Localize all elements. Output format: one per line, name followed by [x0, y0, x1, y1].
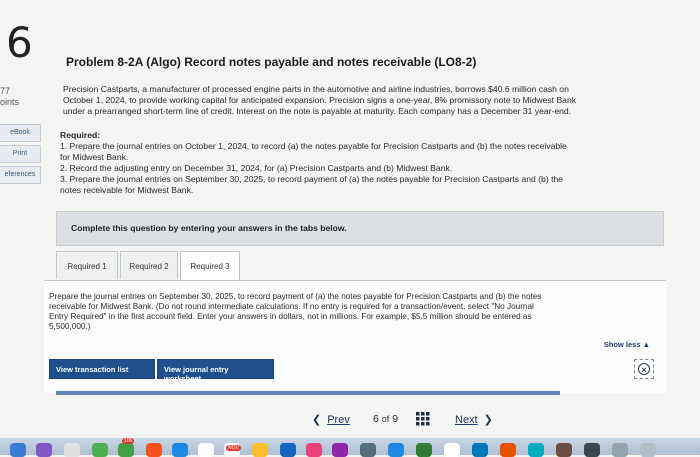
- required-item-2: 2. Record the adjusting entry on Decembe…: [60, 163, 453, 173]
- prev-button[interactable]: ❮ Prev: [312, 413, 350, 426]
- points-value: 77: [0, 86, 11, 96]
- required-section: Required: 1. Prepare the journal entries…: [60, 130, 675, 196]
- points-label: oints: [0, 97, 20, 107]
- tab-required-3[interactable]: Required 3: [180, 251, 240, 281]
- required-item-1: 1. Prepare the journal entries on Octobe…: [60, 141, 567, 151]
- view-transaction-list-button[interactable]: View transaction list: [49, 359, 155, 379]
- references-button[interactable]: eferences: [0, 166, 41, 184]
- description-line: October 1, 2024, to provide working capi…: [63, 95, 577, 105]
- problem-description: Precision Castparts, a manufacturer of p…: [63, 84, 675, 117]
- view-journal-worksheet-button[interactable]: View journal entry worksheet: [157, 359, 274, 383]
- required-heading: Required:: [60, 130, 101, 140]
- chevron-left-icon: ❮: [312, 414, 322, 426]
- close-icon[interactable]: ×: [634, 359, 654, 379]
- os-dock: 106 NOV: [0, 438, 700, 457]
- prev-label: Prev: [327, 414, 350, 426]
- instructions: Prepare the journal entries on September…: [49, 292, 661, 332]
- instruction-line: 5,500,000.): [49, 322, 91, 331]
- progress-bar: [56, 391, 560, 395]
- required-item-3-cont: notes receivable for Midwest Bank.: [60, 185, 194, 195]
- required-item-3: 3. Prepare the journal entries on Septem…: [60, 174, 564, 184]
- print-button[interactable]: Print: [0, 145, 41, 163]
- grid-icon[interactable]: [416, 412, 430, 429]
- tab-required-1[interactable]: Required 1: [56, 251, 118, 279]
- total-pages: 9: [392, 413, 399, 425]
- question-number: 6: [6, 18, 33, 67]
- chevron-right-icon: ❯: [483, 414, 493, 426]
- description-line: Precision Castparts, a manufacturer of p…: [63, 84, 569, 94]
- instruction-line: Entry Required" in the first account fie…: [49, 312, 532, 321]
- pagination: ❮ Prev 6 of 9 Next ❯: [0, 410, 700, 432]
- description-line: under a prearranged short-term line of c…: [63, 106, 572, 116]
- problem-title: Problem 8-2A (Algo) Record notes payable…: [66, 55, 477, 69]
- of-label: of: [381, 414, 390, 424]
- tab-panel: Prepare the journal entries on September…: [44, 280, 666, 393]
- points-indicator: 77 oints: [0, 86, 19, 108]
- left-sidebar: eBook Print eferences: [0, 124, 42, 187]
- tab-required-2[interactable]: Required 2: [120, 251, 178, 279]
- complete-banner: Complete this question by entering your …: [56, 211, 664, 246]
- calendar-month: NOV: [226, 445, 241, 451]
- required-item-1-cont: for Midwest Bank.: [60, 152, 129, 162]
- instruction-line: receivable for Midwest Bank. (Do not rou…: [49, 302, 534, 311]
- current-page: 6: [373, 413, 379, 425]
- instruction-line: Prepare the journal entries on September…: [49, 292, 542, 301]
- next-button[interactable]: Next ❯: [455, 413, 493, 426]
- page-indicator: 6 of 9: [373, 413, 398, 425]
- ebook-button[interactable]: eBook: [0, 124, 41, 142]
- notification-badge: 106: [122, 438, 135, 444]
- show-less-link[interactable]: Show less ▲: [604, 340, 650, 349]
- next-label: Next: [455, 414, 478, 426]
